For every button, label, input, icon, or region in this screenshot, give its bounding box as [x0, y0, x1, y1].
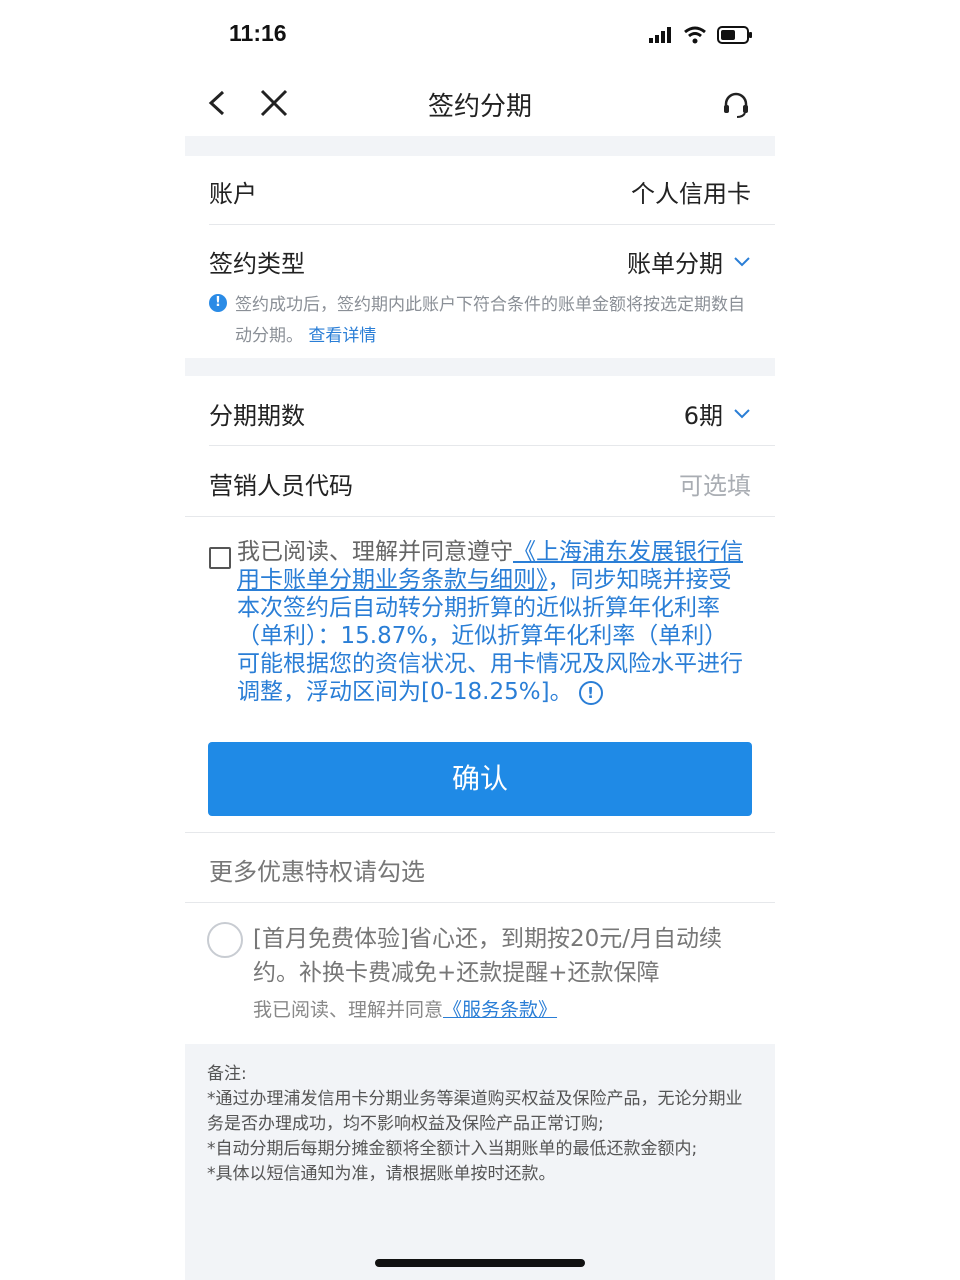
chevron-down-icon	[734, 408, 750, 418]
divider	[185, 902, 775, 903]
divider	[209, 224, 775, 225]
periods-value: 6期	[683, 402, 723, 430]
divider	[185, 516, 775, 517]
status-bar: 11:16	[185, 0, 775, 70]
remarks-title: 备注:	[207, 1064, 247, 1084]
divider	[185, 832, 775, 833]
sign-type-row[interactable]: 签约类型 账单分期	[185, 226, 775, 294]
divider	[209, 445, 775, 446]
remarks-item: *具体以短信通知为准，请根据账单按时还款。	[207, 1164, 556, 1184]
phone-screen: 11:16 签约分期 账户 个人信用卡 签约类型 账单分期 ! 签约成功后，签约…	[185, 0, 775, 1280]
headset-icon[interactable]	[721, 90, 751, 120]
status-time: 11:16	[229, 20, 287, 46]
confirm-button[interactable]: 确认	[208, 742, 752, 816]
remarks: 备注: *通过办理浦发信用卡分期业务等渠道购买权益及保险产品，无论分期业务是否办…	[207, 1062, 752, 1187]
promo-text: [首月免费体验]省心还，到期按20元/月自动续约。补换卡费减免+还款提醒+还款保…	[253, 926, 722, 986]
page-title: 签约分期	[427, 92, 532, 122]
battery-icon	[717, 26, 752, 44]
view-details-link[interactable]: 查看详情	[308, 326, 376, 346]
sign-type-label: 签约类型	[209, 250, 305, 278]
sales-code-input[interactable]: 可选填	[679, 466, 751, 501]
account-row: 账户 个人信用卡	[185, 156, 775, 224]
agreement-checkbox[interactable]	[209, 547, 231, 569]
promo-radio[interactable]	[207, 922, 243, 958]
tip-text: 签约成功后，签约期内此账户下符合条件的账单金额将按选定期数自动分期。 查看详情	[235, 295, 745, 346]
periods-row[interactable]: 分期期数 6期	[185, 378, 775, 446]
info-icon: !	[209, 294, 227, 312]
warning-icon[interactable]: !	[578, 680, 603, 705]
sales-code-label: 营销人员代码	[209, 472, 353, 500]
periods-label: 分期期数	[209, 402, 305, 430]
agreement-text: 我已阅读、理解并同意遵守《上海浦东发展银行信用卡账单分期业务条款与细则》，同步知…	[237, 538, 747, 706]
home-indicator	[375, 1259, 585, 1267]
service-terms-link[interactable]: 《服务条款》	[443, 999, 557, 1021]
wifi-icon	[684, 26, 706, 44]
sign-type-select[interactable]: 账单分期	[627, 244, 751, 279]
status-icons	[649, 26, 753, 44]
promo-agreement: 我已阅读、理解并同意《服务条款》	[253, 999, 558, 1021]
section-gap	[185, 136, 775, 156]
agreement-prefix: 我已阅读、理解并同意遵守	[237, 539, 513, 565]
sign-type-value: 账单分期	[627, 250, 723, 278]
chevron-down-icon	[734, 256, 750, 266]
remarks-item: *自动分期后每期分摊金额将全额计入当期账单的最低还款金额内;	[207, 1139, 698, 1159]
section-gap	[185, 358, 775, 376]
remarks-item: *通过办理浦发信用卡分期业务等渠道购买权益及保险产品，无论分期业务是否办理成功，…	[207, 1089, 743, 1134]
nav-bar: 签约分期	[185, 70, 775, 136]
account-label: 账户	[209, 180, 257, 208]
signal-icon	[649, 27, 671, 43]
sales-code-row[interactable]: 营销人员代码 可选填	[185, 448, 775, 516]
more-privileges-title: 更多优惠特权请勾选	[209, 858, 425, 886]
periods-select[interactable]: 6期	[684, 396, 751, 431]
account-value: 个人信用卡	[631, 180, 751, 208]
